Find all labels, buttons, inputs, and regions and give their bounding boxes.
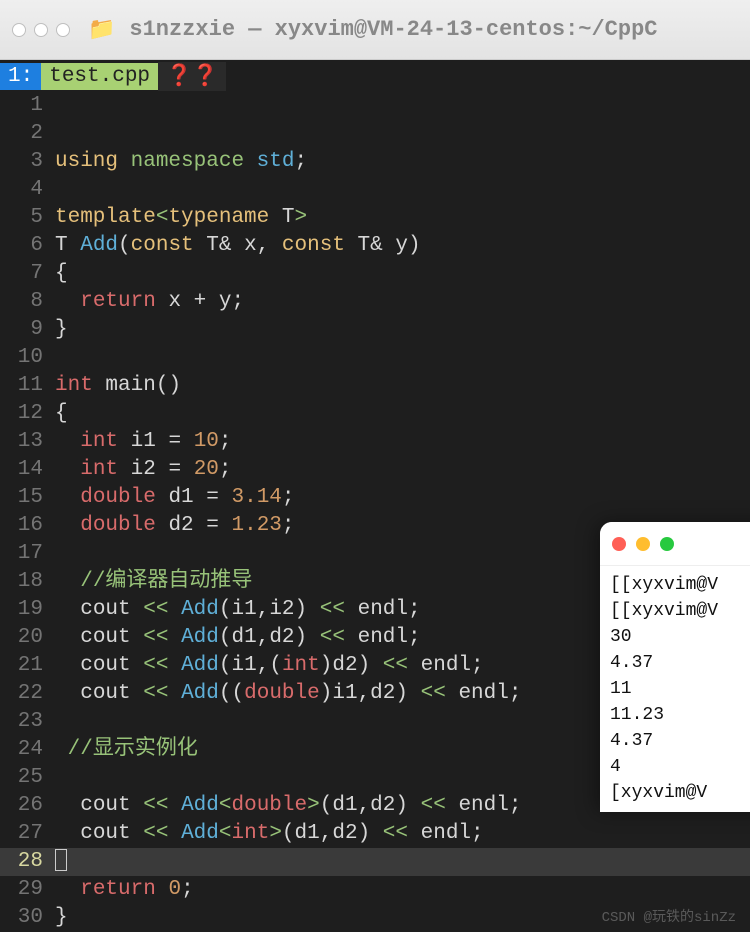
line-number: 12 (0, 400, 55, 428)
code-content: int i2 = 20; (55, 456, 232, 484)
line-number: 29 (0, 876, 55, 904)
terminal-line: 4.37 (610, 728, 750, 754)
code-content: cout << Add<double>(d1,d2) << endl; (55, 792, 521, 820)
terminal-titlebar (600, 522, 750, 566)
code-line[interactable]: 8 return x + y; (0, 288, 750, 316)
code-line[interactable]: 28 (0, 848, 750, 876)
code-line[interactable]: 12{ (0, 400, 750, 428)
code-content: cout << Add(i1,i2) << endl; (55, 596, 421, 624)
code-line[interactable]: 9} (0, 316, 750, 344)
line-number: 24 (0, 736, 55, 764)
window-title: s1nzzxie — xyxvim@VM-24-13-centos:~/CppC (129, 17, 657, 42)
line-number: 17 (0, 540, 55, 568)
terminal-line: 30 (610, 624, 750, 650)
terminal-output[interactable]: [[xyxvim@V[[xyxvim@V304.371111.234.374[x… (600, 566, 750, 812)
line-number: 18 (0, 568, 55, 596)
code-content: using namespace std; (55, 148, 307, 176)
code-line[interactable]: 7{ (0, 260, 750, 288)
terminal-minimize-dot[interactable] (636, 537, 650, 551)
code-content: //显示实例化 (55, 736, 198, 764)
code-content: } (55, 316, 68, 344)
code-content: double d2 = 1.23; (55, 512, 295, 540)
line-number: 2 (0, 120, 55, 148)
code-content: int i1 = 10; (55, 428, 232, 456)
code-content: cout << Add(i1,(int)d2) << endl; (55, 652, 484, 680)
line-number: 3 (0, 148, 55, 176)
line-number: 16 (0, 512, 55, 540)
window-titlebar: 📁 s1nzzxie — xyxvim@VM-24-13-centos:~/Cp… (0, 0, 750, 60)
tab-flags: ❓❓ (158, 62, 226, 91)
code-content: { (55, 260, 68, 288)
code-line[interactable]: 14 int i2 = 20; (0, 456, 750, 484)
terminal-line: [[xyxvim@V (610, 598, 750, 624)
code-content: T Add(const T& x, const T& y) (55, 232, 421, 260)
line-number: 28 (0, 848, 55, 876)
line-number: 7 (0, 260, 55, 288)
line-number: 4 (0, 176, 55, 204)
line-number: 6 (0, 232, 55, 260)
code-content (55, 848, 67, 876)
line-number: 15 (0, 484, 55, 512)
tab-filename[interactable]: test.cpp (41, 63, 158, 90)
watermark: CSDN @玩铁的sinZz (602, 906, 736, 926)
cursor (55, 849, 67, 871)
line-number: 21 (0, 652, 55, 680)
code-line[interactable]: 1 (0, 92, 750, 120)
line-number: 27 (0, 820, 55, 848)
code-line[interactable]: 11int main() (0, 372, 750, 400)
code-line[interactable]: 29 return 0; (0, 876, 750, 904)
code-line[interactable]: 2 (0, 120, 750, 148)
line-number: 30 (0, 904, 55, 932)
terminal-line: [xyxvim@V (610, 780, 750, 806)
terminal-window: [[xyxvim@V[[xyxvim@V304.371111.234.374[x… (600, 522, 750, 812)
terminal-line: [[xyxvim@V (610, 572, 750, 598)
code-content: //编译器自动推导 (55, 568, 252, 596)
code-content: template<typename T> (55, 204, 307, 232)
traffic-lights (12, 23, 70, 37)
code-line[interactable]: 3using namespace std; (0, 148, 750, 176)
tab-index: 1: (0, 63, 41, 90)
line-number: 1 (0, 92, 55, 120)
terminal-zoom-dot[interactable] (660, 537, 674, 551)
code-line[interactable]: 4 (0, 176, 750, 204)
code-line[interactable]: 5template<typename T> (0, 204, 750, 232)
code-line[interactable]: 27 cout << Add<int>(d1,d2) << endl; (0, 820, 750, 848)
zoom-dot[interactable] (56, 23, 70, 37)
code-content: cout << Add((double)i1,d2) << endl; (55, 680, 521, 708)
code-line[interactable]: 13 int i1 = 10; (0, 428, 750, 456)
code-content: } (55, 904, 68, 932)
folder-icon: 📁 (88, 17, 115, 43)
terminal-close-dot[interactable] (612, 537, 626, 551)
terminal-line: 4.37 (610, 650, 750, 676)
line-number: 14 (0, 456, 55, 484)
line-number: 19 (0, 596, 55, 624)
code-line[interactable]: 10 (0, 344, 750, 372)
code-content: int main() (55, 372, 181, 400)
line-number: 5 (0, 204, 55, 232)
line-number: 20 (0, 624, 55, 652)
code-content: { (55, 400, 68, 428)
code-content: return 0; (55, 876, 194, 904)
terminal-line: 4 (610, 754, 750, 780)
close-dot[interactable] (12, 23, 26, 37)
code-content: cout << Add(d1,d2) << endl; (55, 624, 421, 652)
line-number: 22 (0, 680, 55, 708)
minimize-dot[interactable] (34, 23, 48, 37)
code-line[interactable]: 6T Add(const T& x, const T& y) (0, 232, 750, 260)
line-number: 8 (0, 288, 55, 316)
line-number: 9 (0, 316, 55, 344)
code-content: return x + y; (55, 288, 244, 316)
code-content: cout << Add<int>(d1,d2) << endl; (55, 820, 484, 848)
line-number: 26 (0, 792, 55, 820)
terminal-line: 11.23 (610, 702, 750, 728)
line-number: 13 (0, 428, 55, 456)
line-number: 11 (0, 372, 55, 400)
line-number: 25 (0, 764, 55, 792)
terminal-line: 11 (610, 676, 750, 702)
line-number: 23 (0, 708, 55, 736)
code-line[interactable]: 15 double d1 = 3.14; (0, 484, 750, 512)
tab-bar: 1: test.cpp ❓❓ (0, 60, 750, 92)
line-number: 10 (0, 344, 55, 372)
code-content: double d1 = 3.14; (55, 484, 295, 512)
